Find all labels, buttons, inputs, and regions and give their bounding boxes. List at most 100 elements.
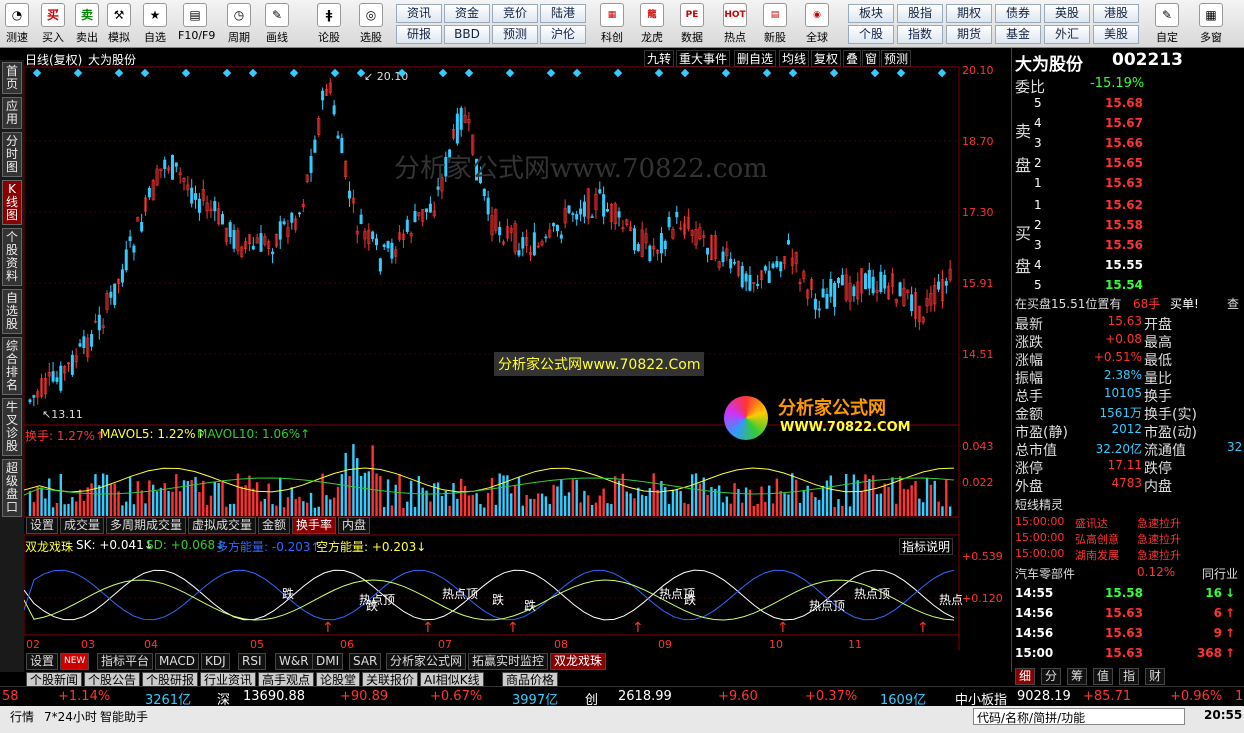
link-板块[interactable]: 板块: [848, 4, 894, 23]
globe-button[interactable]: ◉ 全球: [800, 2, 834, 46]
volume-bar: [59, 473, 62, 516]
indicator-tab-DMI[interactable]: DMI: [312, 653, 344, 670]
volume-bar: [463, 486, 467, 516]
stat-label-2: 换手: [1144, 389, 1172, 405]
custom-icon: ✎: [1155, 3, 1179, 27]
news-button[interactable]: ▤ 新股: [758, 2, 792, 46]
link-债券[interactable]: 债券: [995, 4, 1041, 23]
star-button[interactable]: ★ 自选: [138, 2, 172, 46]
link-资讯[interactable]: 资讯: [396, 4, 442, 23]
f10-icon: ▤: [183, 3, 207, 27]
clock-button[interactable]: ◷ 周期: [222, 2, 256, 46]
volume-bar: [371, 445, 374, 516]
candle-body: [109, 291, 113, 298]
sidebar-综合排名[interactable]: 综合排名: [2, 337, 22, 395]
volume-bar: [510, 493, 513, 516]
vol-tab-金额[interactable]: 金额: [258, 517, 291, 534]
search-input[interactable]: 代码/名称/简拼/功能: [973, 708, 1185, 725]
indicator-tab-RSI[interactable]: RSI: [238, 653, 266, 670]
status-market[interactable]: 行情: [10, 708, 34, 725]
gauge-button[interactable]: ◔ 测速: [0, 2, 34, 46]
panel-tab-细[interactable]: 细: [1015, 668, 1036, 685]
chat-button[interactable]: ǂ 论股: [312, 2, 346, 46]
pe-button[interactable]: PE 数据: [675, 2, 709, 46]
link-英股[interactable]: 英股: [1044, 4, 1090, 23]
link-竞价[interactable]: 竞价: [492, 4, 538, 23]
vol-tab-内盘[interactable]: 内盘: [338, 517, 371, 534]
volume-bar: [517, 477, 521, 516]
panel-tab-指[interactable]: 指: [1119, 668, 1140, 685]
sell-price: 15.68: [1105, 96, 1143, 110]
chart-button[interactable]: ▦ 科创: [595, 2, 629, 46]
indicator-tab-NEW[interactable]: NEW: [60, 653, 90, 670]
indicator-tab-SAR[interactable]: SAR: [349, 653, 382, 670]
panel-tab-财[interactable]: 财: [1145, 668, 1166, 685]
link-研报[interactable]: 研报: [396, 25, 442, 44]
indicator-tab-分析家公式网[interactable]: 分析家公式网: [386, 653, 467, 670]
query-button[interactable]: 查: [1227, 295, 1239, 312]
vol-tab-设置[interactable]: 设置: [26, 517, 59, 534]
stat-value: 4783: [1111, 476, 1142, 490]
link-基金[interactable]: 基金: [995, 25, 1041, 44]
indicator-tab-拓赢实时监控[interactable]: 拓赢实时监控: [468, 653, 549, 670]
link-BBD[interactable]: BBD: [444, 25, 490, 44]
vol-tab-多周期成交量[interactable]: 多周期成交量: [106, 517, 187, 534]
sidebar-个股资料[interactable]: 个股资料: [2, 228, 22, 286]
link-美股[interactable]: 美股: [1093, 25, 1139, 44]
link-期货[interactable]: 期货: [946, 25, 992, 44]
link-指数[interactable]: 指数: [897, 25, 943, 44]
chart-label: 科创: [601, 31, 623, 44]
link-资金[interactable]: 资金: [444, 4, 490, 23]
sell-button[interactable]: 卖卖出: [70, 2, 104, 46]
indicator-tab-W&R[interactable]: W&R: [275, 653, 313, 670]
vol-tab-成交量[interactable]: 成交量: [60, 517, 105, 534]
hammer-button[interactable]: ⚒ 模拟: [102, 2, 136, 46]
vol-tab-换手率[interactable]: 换手率: [292, 517, 337, 534]
sidebar-自选股[interactable]: 自选股: [2, 289, 22, 334]
sidebar-应用[interactable]: 应用: [2, 97, 22, 129]
link-沪伦[interactable]: 沪伦: [540, 25, 586, 44]
link-外汇[interactable]: 外汇: [1044, 25, 1090, 44]
chat-label: 论股: [318, 31, 340, 44]
volume-bar: [290, 487, 293, 516]
panel-tab-值[interactable]: 值: [1093, 668, 1114, 685]
pencil-button[interactable]: ✎ 画线: [260, 2, 294, 46]
target-button[interactable]: ◎ 选股: [354, 2, 388, 46]
link-预测[interactable]: 预测: [492, 25, 538, 44]
sell-level: 5: [1034, 96, 1042, 110]
same-industry-button[interactable]: 同行业: [1202, 565, 1238, 582]
hot-button[interactable]: HOT 热点: [718, 2, 752, 46]
vol-tab-虚拟成交量[interactable]: 虚拟成交量: [188, 517, 257, 534]
indicator-tab-KDJ[interactable]: KDJ: [201, 653, 230, 670]
link-个股[interactable]: 个股: [848, 25, 894, 44]
indicator-tab-双龙戏珠[interactable]: 双龙戏珠: [550, 653, 607, 670]
status-247[interactable]: 7*24小时: [44, 708, 97, 725]
volume-bar: [309, 492, 313, 516]
f10-button[interactable]: ▤ F10/F9: [178, 2, 215, 46]
link-期权[interactable]: 期权: [946, 4, 992, 23]
indicator-tab-设置[interactable]: 设置: [26, 653, 59, 670]
panel-tab-筹[interactable]: 筹: [1067, 668, 1088, 685]
candle-body: [374, 238, 378, 246]
sidebar-K线图[interactable]: K线图: [2, 180, 22, 225]
panel-tab-分[interactable]: 分: [1041, 668, 1062, 685]
y-tick-label: 14.51: [962, 348, 994, 361]
sidebar-牛叉诊股[interactable]: 牛叉诊股: [2, 398, 22, 456]
custom-button[interactable]: ✎ 自定: [1150, 2, 1184, 46]
dragon-button[interactable]: 龍龙虎: [635, 2, 669, 46]
volume-bar: [209, 495, 213, 516]
link-港股[interactable]: 港股: [1093, 4, 1139, 23]
sidebar-超级盘口[interactable]: 超级盘口: [2, 459, 22, 517]
status-assistant[interactable]: 智能助手: [100, 708, 148, 725]
sidebar-首页[interactable]: 首页: [2, 62, 22, 94]
link-陆港[interactable]: 陆港: [540, 4, 586, 23]
window-button[interactable]: ▦ 多窗: [1194, 2, 1228, 46]
indicator-help-button[interactable]: 指标说明: [899, 538, 954, 555]
sidebar-分时图[interactable]: 分时图: [2, 132, 22, 177]
indicator-tab-MACD[interactable]: MACD: [155, 653, 199, 670]
buy-button[interactable]: 买买入: [36, 2, 70, 46]
kline-chart-area[interactable]: 日线(复权) 大为股份 九转 重大事件 删自选 均线 复权叠窗预测 20.10 18.70…: [24, 50, 1009, 689]
indicator-tab-指标平台[interactable]: 指标平台: [97, 653, 154, 670]
candle-body: [132, 245, 136, 253]
link-股指[interactable]: 股指: [897, 4, 943, 23]
